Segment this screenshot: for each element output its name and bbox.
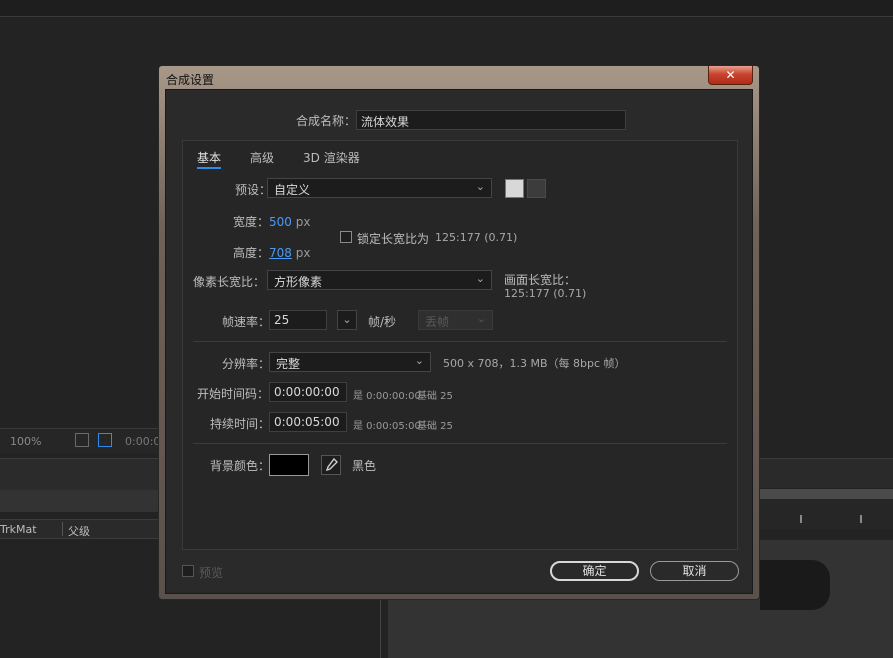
work-area-bar[interactable] [760,489,893,499]
resolution-label: 分辨率： [222,357,271,371]
panel-divider [380,600,381,658]
grid-icon[interactable] [75,433,89,447]
pixel-aspect-select[interactable]: 方形像素 ⌄ [267,270,492,290]
preview-label[interactable]: 预览 [199,564,223,581]
composition-settings-dialog: 合成设置 ✕ 合成名称： 流体效果 基本 高级 3D 渲染器 预设： 自定义 ⌄… [158,65,760,600]
start-timecode-base: 基础 25 [417,391,453,402]
height-value[interactable]: 708 [269,246,292,260]
chevron-down-icon: ⌄ [475,272,485,285]
width-value[interactable]: 500 [269,215,292,229]
preview-checkbox[interactable] [182,565,194,577]
chevron-down-icon: ⌄ [342,313,352,326]
parent-column: 父级 [68,525,90,538]
frame-rate-input[interactable]: 25 [269,310,327,330]
column-separator [62,522,63,536]
eyedropper-icon[interactable] [321,455,341,475]
timeline-header-right [760,458,893,488]
layer-duration-bar[interactable] [760,560,830,610]
timeline-tab-bar [0,458,160,490]
zoom-level[interactable]: 100% [10,435,41,448]
frame-aspect-label: 画面长宽比： [504,273,577,287]
frame-aspect-value: 125:177 (0.71) [504,287,587,300]
chevron-down-icon: ⌄ [475,180,485,193]
width-label-text: 宽度： [233,215,270,229]
duration-equiv: 是 0:00:05:00 [353,421,421,432]
delete-preset-icon[interactable] [527,179,546,198]
start-timecode-input[interactable]: 0:00:00:00 [269,382,347,402]
start-timecode-label: 开始时间码： [197,387,270,401]
bg-color-name: 黑色 [352,459,377,473]
drop-frame-select[interactable]: 丢帧 ⌄ [418,310,493,330]
close-button[interactable]: ✕ [708,66,753,85]
viewer-timecode: 0:00:0 [125,435,161,448]
viewer-toolbar: 100% 0:00:0 [0,428,160,454]
tab-basic[interactable]: 基本 [197,149,222,169]
pixel-aspect-value: 方形像素 [274,275,323,289]
lock-aspect-ratio: 125:177 (0.71) [435,231,518,244]
app-top-bar [0,0,893,17]
height-label-text: 高度： [233,246,270,260]
drop-frame-value: 丢帧 [425,315,450,329]
preset-select[interactable]: 自定义 ⌄ [267,178,492,198]
resolution-select[interactable]: 完整 ⌄ [269,352,431,372]
duration-label: 持续时间： [210,417,271,431]
dialog-title: 合成设置 [166,73,215,87]
frame-rate-label: 帧速率： [222,315,271,329]
comp-name-label: 合成名称： [296,114,357,128]
ruler-tick [860,515,862,523]
tab-advanced[interactable]: 高级 [250,149,274,166]
preset-label: 预设： [235,183,272,197]
close-icon: ✕ [725,68,736,82]
time-ruler[interactable] [760,499,893,529]
mask-icon[interactable] [98,433,112,447]
preset-value: 自定义 [274,183,311,197]
comp-name-input[interactable]: 流体效果 [356,110,626,130]
chevron-down-icon: ⌄ [414,354,424,367]
save-preset-icon[interactable] [505,179,524,198]
width-unit: px [295,215,311,229]
ok-button[interactable]: 确定 [550,561,639,581]
bg-color-label: 背景颜色： [210,459,271,473]
pixel-aspect-label: 像素长宽比： [193,275,266,289]
section-divider [193,443,727,444]
start-timecode-equiv: 是 0:00:00:00 [353,391,421,402]
frame-rate-unit: 帧/秒 [368,315,397,329]
dialog-body: 合成名称： 流体效果 基本 高级 3D 渲染器 预设： 自定义 ⌄ 宽度：500… [165,89,753,594]
timeline-search-bar [0,490,160,512]
lock-aspect-checkbox[interactable] [340,231,352,243]
tab-3d-renderer[interactable]: 3D 渲染器 [303,149,360,166]
resolution-value: 完整 [276,357,301,371]
settings-panel: 基本 高级 3D 渲染器 预设： 自定义 ⌄ 宽度：500 px 高度：708 … [182,140,738,550]
lock-aspect-label[interactable]: 锁定长宽比为 [357,230,429,247]
dialog-titlebar[interactable]: 合成设置 ✕ [159,66,759,89]
cancel-button[interactable]: 取消 [650,561,739,581]
height-label: 高度：708 px [233,244,310,261]
width-label: 宽度：500 px [233,213,310,230]
frame-rate-dropdown[interactable]: ⌄ [337,310,357,330]
duration-input[interactable]: 0:00:05:00 [269,412,347,432]
chevron-down-icon: ⌄ [476,312,486,325]
layer-column-header: TrkMat 父级 [0,519,160,539]
ruler-tick [800,515,802,523]
section-divider [193,341,727,342]
duration-base: 基础 25 [417,421,453,432]
resolution-info: 500 x 708，1.3 MB（每 8bpc 帧） [443,357,626,370]
bg-color-swatch[interactable] [269,454,309,476]
height-unit: px [295,246,311,260]
trkmat-column: TrkMat [0,523,37,536]
